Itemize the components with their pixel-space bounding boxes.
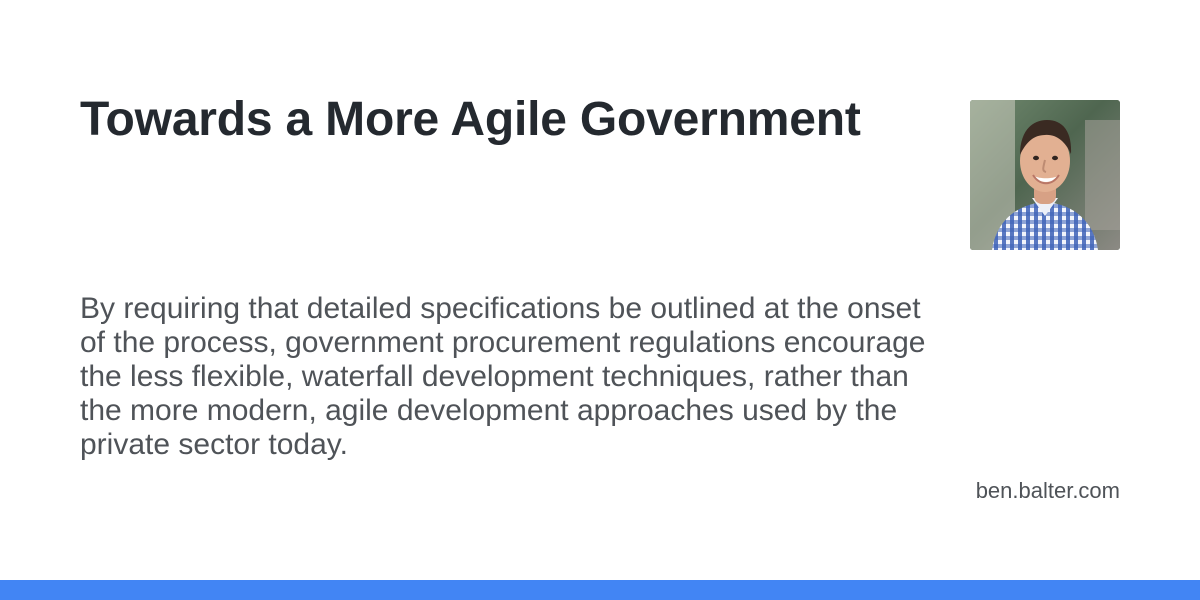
post-description: By requiring that detailed specification…	[80, 292, 926, 461]
social-preview-card: Towards a More Agile Government By requi…	[0, 0, 1200, 600]
author-portrait-image	[970, 100, 1120, 250]
author-avatar	[970, 100, 1120, 250]
accent-bar	[0, 580, 1200, 600]
site-domain: ben.balter.com	[975, 478, 1120, 503]
post-title: Towards a More Agile Government	[80, 93, 861, 146]
